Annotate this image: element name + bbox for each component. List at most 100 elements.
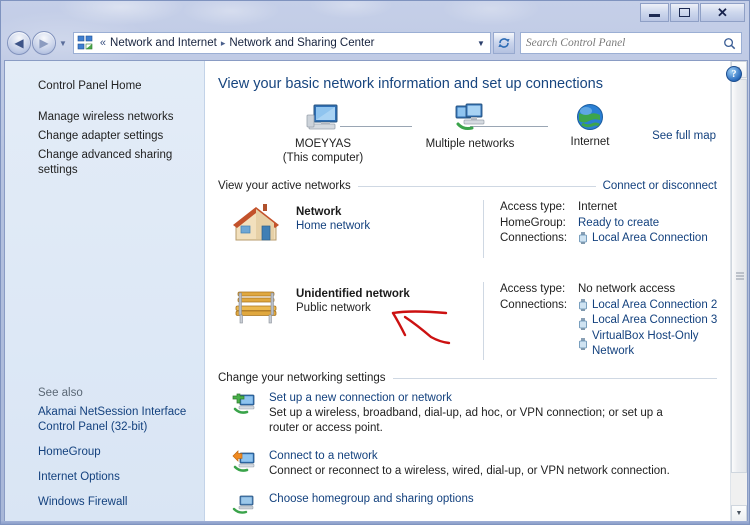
settings-heading: Change your networking settings	[218, 372, 386, 384]
setting-desc-set-up-connection: Set up a wireless, broadband, dial-up, a…	[269, 407, 663, 434]
homegroup-sharing-icon	[232, 495, 254, 514]
active-network-row-home: Network Home network Access type: Intern…	[218, 198, 730, 270]
content-area: Control Panel Home Manage wireless netwo…	[4, 60, 748, 523]
sidebar-item-akamai-netsession[interactable]: Akamai NetSession Interface Control Pane…	[5, 403, 204, 437]
breadcrumb-overflow-chevrons[interactable]: «	[100, 37, 106, 49]
section-rule	[392, 377, 717, 379]
sidebar-item-manage-wireless-networks[interactable]: Manage wireless networks	[5, 108, 204, 127]
detail-key-homegroup: HomeGroup:	[500, 216, 566, 229]
scroll-down-button[interactable]: ▼	[731, 505, 747, 522]
active-network-unidentified-text: Unidentified network Public network	[296, 288, 410, 314]
active-network-home-text: Network Home network	[296, 206, 370, 232]
refresh-button[interactable]	[492, 32, 515, 54]
details-pane: ? View your basic network information an…	[205, 61, 747, 522]
maximize-button[interactable]	[670, 3, 699, 22]
bottom-spacer	[205, 505, 730, 522]
network-type-public[interactable]: Public network	[296, 302, 410, 314]
bench-icon	[235, 291, 277, 324]
detail-key-connections-unidentified: Connections:	[500, 298, 568, 311]
task-pane-top-links: Control Panel Home Manage wireless netwo…	[5, 61, 204, 180]
connection-names-unidentified: Local Area Connection 2 Local Area Conne…	[592, 298, 717, 360]
see-full-map-link[interactable]: See full map	[652, 130, 716, 142]
connections-list-unidentified: Local Area Connection 2 Local Area Conne…	[578, 298, 717, 360]
chevron-left-icon: ◀	[14, 36, 24, 50]
computer-icon	[306, 104, 338, 130]
map-node-multiple-networks[interactable]: Multiple networks	[390, 102, 550, 151]
map-node-internet-label: Internet	[570, 136, 610, 148]
detail-row-connections-home: Connections: Local Area Connection	[500, 231, 708, 251]
window-controls: ✕	[640, 3, 745, 22]
breadcrumb-item-network-and-internet[interactable]: Network and Internet	[110, 37, 217, 49]
network-name-unidentified: Unidentified network	[296, 288, 410, 300]
scrollbar-grip	[736, 272, 744, 280]
task-pane-gap	[5, 96, 204, 108]
connect-network-icon	[232, 450, 255, 472]
connection-link-local-area-connection[interactable]: Local Area Connection	[592, 231, 708, 247]
chevron-down-icon[interactable]: ▼	[477, 39, 485, 48]
connection-link-local-area-connection-3[interactable]: Local Area Connection 3	[592, 313, 717, 329]
network-cable-icon	[579, 318, 587, 330]
search-input[interactable]: Search Control Panel	[526, 37, 723, 49]
detail-key-access-type-home: Access type:	[500, 201, 566, 213]
detail-value-access-type-unidentified: No network access	[578, 283, 676, 295]
setting-item-homegroup-sharing[interactable]: Choose homegroup and sharing options	[231, 493, 730, 514]
connections-list-home: Local Area Connection	[578, 231, 708, 251]
scrollbar-thumb[interactable]	[731, 79, 747, 473]
detail-value-access-type-home: Internet	[578, 201, 617, 213]
map-node-this-computer[interactable]: MOEYYAS (This computer)	[263, 102, 383, 165]
map-node-internet[interactable]: Internet	[535, 102, 645, 149]
search-icon	[724, 37, 736, 49]
setting-item-connect-to-network[interactable]: Connect to a network Connect or reconnec…	[231, 450, 730, 479]
breadcrumb-item-network-and-sharing-center[interactable]: Network and Sharing Center	[229, 37, 374, 49]
setting-desc-connect-to-network: Connect or reconnect to a wireless, wire…	[269, 465, 670, 477]
map-node-computer-name: MOEYYAS	[294, 138, 352, 150]
connection-link-virtualbox-host-only-network[interactable]: VirtualBox Host-Only Network	[592, 329, 700, 360]
see-also-section: See also Akamai NetSession Interface Con…	[5, 387, 204, 512]
title-bar: ✕	[1, 1, 749, 27]
network-sharing-center-window: ✕ ◀ ▶ ▼ « Network and Internet ▸ Network…	[0, 0, 750, 525]
task-pane: Control Panel Home Manage wireless netwo…	[5, 61, 205, 522]
sidebar-item-change-advanced-sharing-settings[interactable]: Change advanced sharing settings	[5, 146, 204, 180]
setting-link-homegroup-sharing[interactable]: Choose homegroup and sharing options	[269, 493, 730, 505]
network-folder-icon	[77, 35, 93, 50]
detail-row-homegroup: HomeGroup: Ready to create	[500, 216, 708, 232]
connection-link-local-area-connection-2[interactable]: Local Area Connection 2	[592, 298, 717, 314]
sidebar-item-change-adapter-settings[interactable]: Change adapter settings	[5, 127, 204, 146]
sidebar-item-control-panel-home[interactable]: Control Panel Home	[5, 77, 204, 96]
forward-button[interactable]: ▶	[32, 31, 56, 55]
vertical-scrollbar[interactable]: ▲ ▼	[730, 61, 747, 522]
detail-row-access-type-home: Access type: Internet	[500, 200, 708, 216]
connect-or-disconnect-link[interactable]: Connect or disconnect	[603, 180, 717, 192]
sidebar-item-windows-firewall[interactable]: Windows Firewall	[5, 493, 204, 512]
window-bottom-edge	[1, 521, 749, 524]
see-also-heading: See also	[38, 387, 83, 399]
recent-pages-dropdown[interactable]: ▼	[59, 39, 67, 48]
sidebar-item-homegroup[interactable]: HomeGroup	[5, 443, 204, 462]
breadcrumb-separator-icon[interactable]: ▸	[221, 38, 226, 49]
new-connection-icon	[232, 393, 255, 414]
house-icon	[233, 204, 279, 241]
network-type-home[interactable]: Home network	[296, 220, 370, 232]
back-button[interactable]: ◀	[7, 31, 31, 55]
setting-link-set-up-connection[interactable]: Set up a new connection or network	[269, 392, 730, 404]
active-networks-heading: View your active networks	[218, 180, 351, 192]
network-map: MOEYYAS (This computer) Multiple network…	[205, 98, 730, 176]
maximize-icon	[679, 8, 690, 17]
details-scroll-region: View your basic network information and …	[205, 61, 730, 522]
nav-arrow-group: ◀ ▶ ▼	[7, 31, 70, 55]
connection-icon-group-unidentified	[578, 298, 592, 360]
close-icon: ✕	[717, 5, 728, 20]
search-control-panel-box[interactable]: Search Control Panel	[519, 32, 742, 54]
connection-icon-group-home	[578, 231, 592, 251]
connection-names-home: Local Area Connection	[592, 231, 708, 251]
network-cable-icon	[579, 232, 587, 244]
close-button[interactable]: ✕	[700, 3, 745, 22]
address-bar[interactable]: « Network and Internet ▸ Network and Sha…	[72, 32, 491, 54]
help-button[interactable]: ?	[726, 66, 742, 82]
network-name-home: Network	[296, 206, 342, 218]
setting-link-connect-to-network[interactable]: Connect to a network	[269, 450, 730, 462]
sidebar-item-internet-options[interactable]: Internet Options	[5, 468, 204, 487]
detail-value-homegroup-ready-to-create[interactable]: Ready to create	[578, 216, 659, 232]
setting-item-set-up-connection[interactable]: Set up a new connection or network Set u…	[231, 392, 730, 436]
minimize-button[interactable]	[640, 3, 669, 22]
